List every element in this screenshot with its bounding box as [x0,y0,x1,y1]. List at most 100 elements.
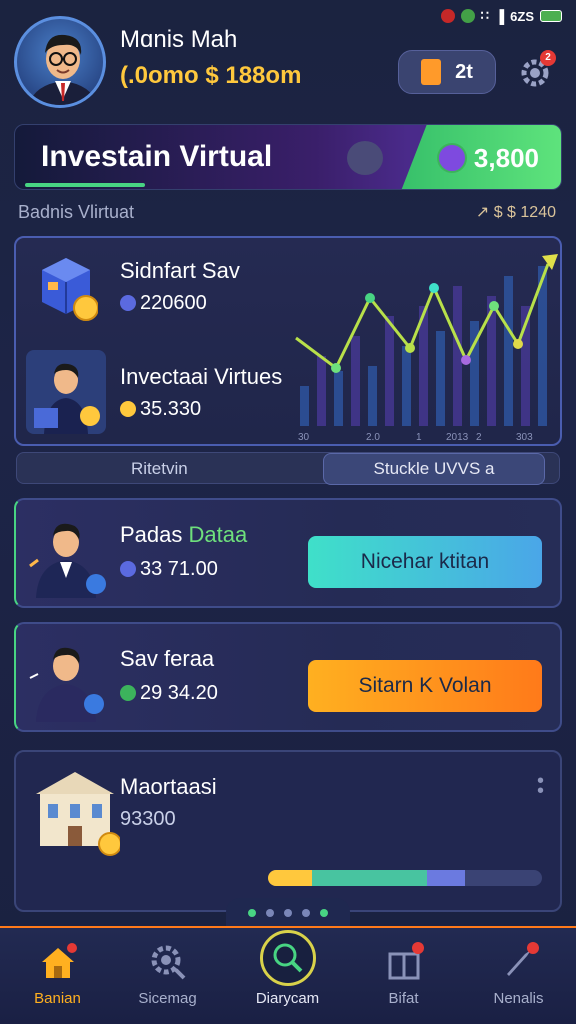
chart-point [513,339,523,349]
nav-label: Nenalis [493,990,544,1007]
home-icon [42,943,77,978]
property-title: Maortaasi [120,774,217,799]
banner-amount: 3,800 [473,143,539,173]
nav-item-home[interactable]: Banian [0,928,115,1024]
chart-bar [351,336,360,426]
nav-label: Diarycam [255,990,320,1007]
rocket-icon [507,942,539,976]
offer-card[interactable]: Padas Dataa 33 71.00 Nicehar ktitan [14,498,562,608]
chart-tick-label: 2.0 [366,432,380,443]
banner-progress [25,183,145,187]
coin-icon [120,685,136,701]
offer-value-row: 29 34.20 [120,682,218,705]
growth-chart: 30 2.0 1 2013 2 303 [295,254,558,443]
pager-dot[interactable] [266,909,274,917]
nav-label: Banian [34,990,81,1007]
businessman-icon [29,647,104,722]
offer-title-b: Dataa [188,522,248,547]
item2-value: 35.330 [140,398,202,420]
progress-teal [311,870,427,886]
chart-bar [368,366,377,426]
gem-icon [120,295,136,311]
wallet-button[interactable]: 2t [398,50,496,94]
item1-title: Sidnfart Sav [120,258,240,283]
item1-value-row: 220600 [120,292,207,315]
cube-icon [34,252,99,324]
more-menu-icon[interactable]: • • [537,771,544,801]
nav-item-settings[interactable]: Sicemag [110,928,225,1024]
offer-value: 29 34.20 [140,682,218,704]
offer-title-a: Sav feraa [120,646,215,671]
wallet-count: 2t [455,60,473,83]
page-indicator [226,898,350,928]
offer-action-button[interactable]: Sitarn K Volan [308,660,542,712]
coin-icon [437,143,467,173]
progress-blue [426,870,466,886]
chart-bar [402,346,411,426]
nav-label: Bifat [388,990,419,1007]
offer-title-a: Padas [120,522,189,547]
chart-bar [504,276,513,426]
settings-button[interactable]: 2 [518,50,556,90]
chart-point [331,363,341,373]
chart-bar [317,356,326,426]
chart-bar [436,331,445,426]
banner-title: Investain Virtual [41,140,273,173]
property-progress [268,870,542,886]
balance-prefix: (.0omo [120,62,199,89]
chart-bar [385,316,394,426]
chart-tick-label: 30 [298,432,310,443]
center-action-button[interactable] [260,930,316,986]
businessman-icon [29,523,106,598]
chart-tick-label: 2013 [446,432,469,443]
nav-item-rocket[interactable]: Nenalis [461,928,576,1024]
invest-banner[interactable]: Investain Virtual 3,800 [14,124,562,190]
toggle-right[interactable]: Stuckle UVVS a [323,453,545,485]
offer-card[interactable]: Sav feraa 29 34.20 Sitarn K Volan [14,622,562,732]
item1-value: 220600 [140,292,207,314]
pager-dot[interactable] [248,909,256,917]
pager-dot[interactable] [302,909,310,917]
user-balance: (.0omo $ 188om [120,62,301,90]
property-card[interactable]: Maortaasi 93300 • • [14,750,562,912]
bank-building-icon [36,772,120,856]
chart-point [405,343,415,353]
section-stats: ↗ $ $ 1240 [475,204,556,221]
settings-badge: 2 [540,50,556,66]
chart-tick-label: 303 [516,432,533,443]
chart-tick-label: 1 [416,432,422,443]
chart-bar [334,371,343,426]
nav-label: Sicemag [138,990,197,1007]
businessman-icon [26,350,106,434]
progress-yellow [268,870,312,886]
chart-bar [300,386,309,426]
user-name: Mɑnis Mah [120,26,238,53]
offer-title: Sav feraa [120,646,214,672]
avatar[interactable] [14,16,106,108]
offer-title: Padas Dataa [120,522,247,548]
offer-value: 33 71.00 [140,558,218,580]
chart-point [365,293,375,303]
search-icon [273,943,303,973]
balance-suffix: $ 188om [205,62,302,89]
gem-icon [120,561,136,577]
offer-action-button[interactable]: Nicehar ktitan [308,536,542,588]
wallet-icon [421,59,442,85]
pager-dot[interactable] [284,909,292,917]
chart-point [489,301,499,311]
item2-value-row: 35.330 [120,398,201,421]
toggle-left[interactable]: Ritetvin [131,459,188,479]
chart-point [429,283,439,293]
view-toggle[interactable]: Ritetvin Stuckle UVVS a [16,452,560,485]
portfolio-card[interactable]: Sidnfart Sav 220600 Invectaai Virtues 35… [14,236,562,446]
chart-tick-label: 2 [476,432,482,443]
profile-header: Mɑnis Mah (.0omo $ 188om 2t 2 [14,16,562,112]
chart-bar [453,286,462,426]
gift-icon [388,942,424,980]
item2-title: Invectaai Virtues [120,364,283,389]
cog-search-icon [151,945,186,980]
offer-value-row: 33 71.00 [120,558,218,581]
nav-item-gift[interactable]: Bifat [346,928,461,1024]
pager-dot[interactable] [320,909,328,917]
chat-icon[interactable] [347,141,383,175]
